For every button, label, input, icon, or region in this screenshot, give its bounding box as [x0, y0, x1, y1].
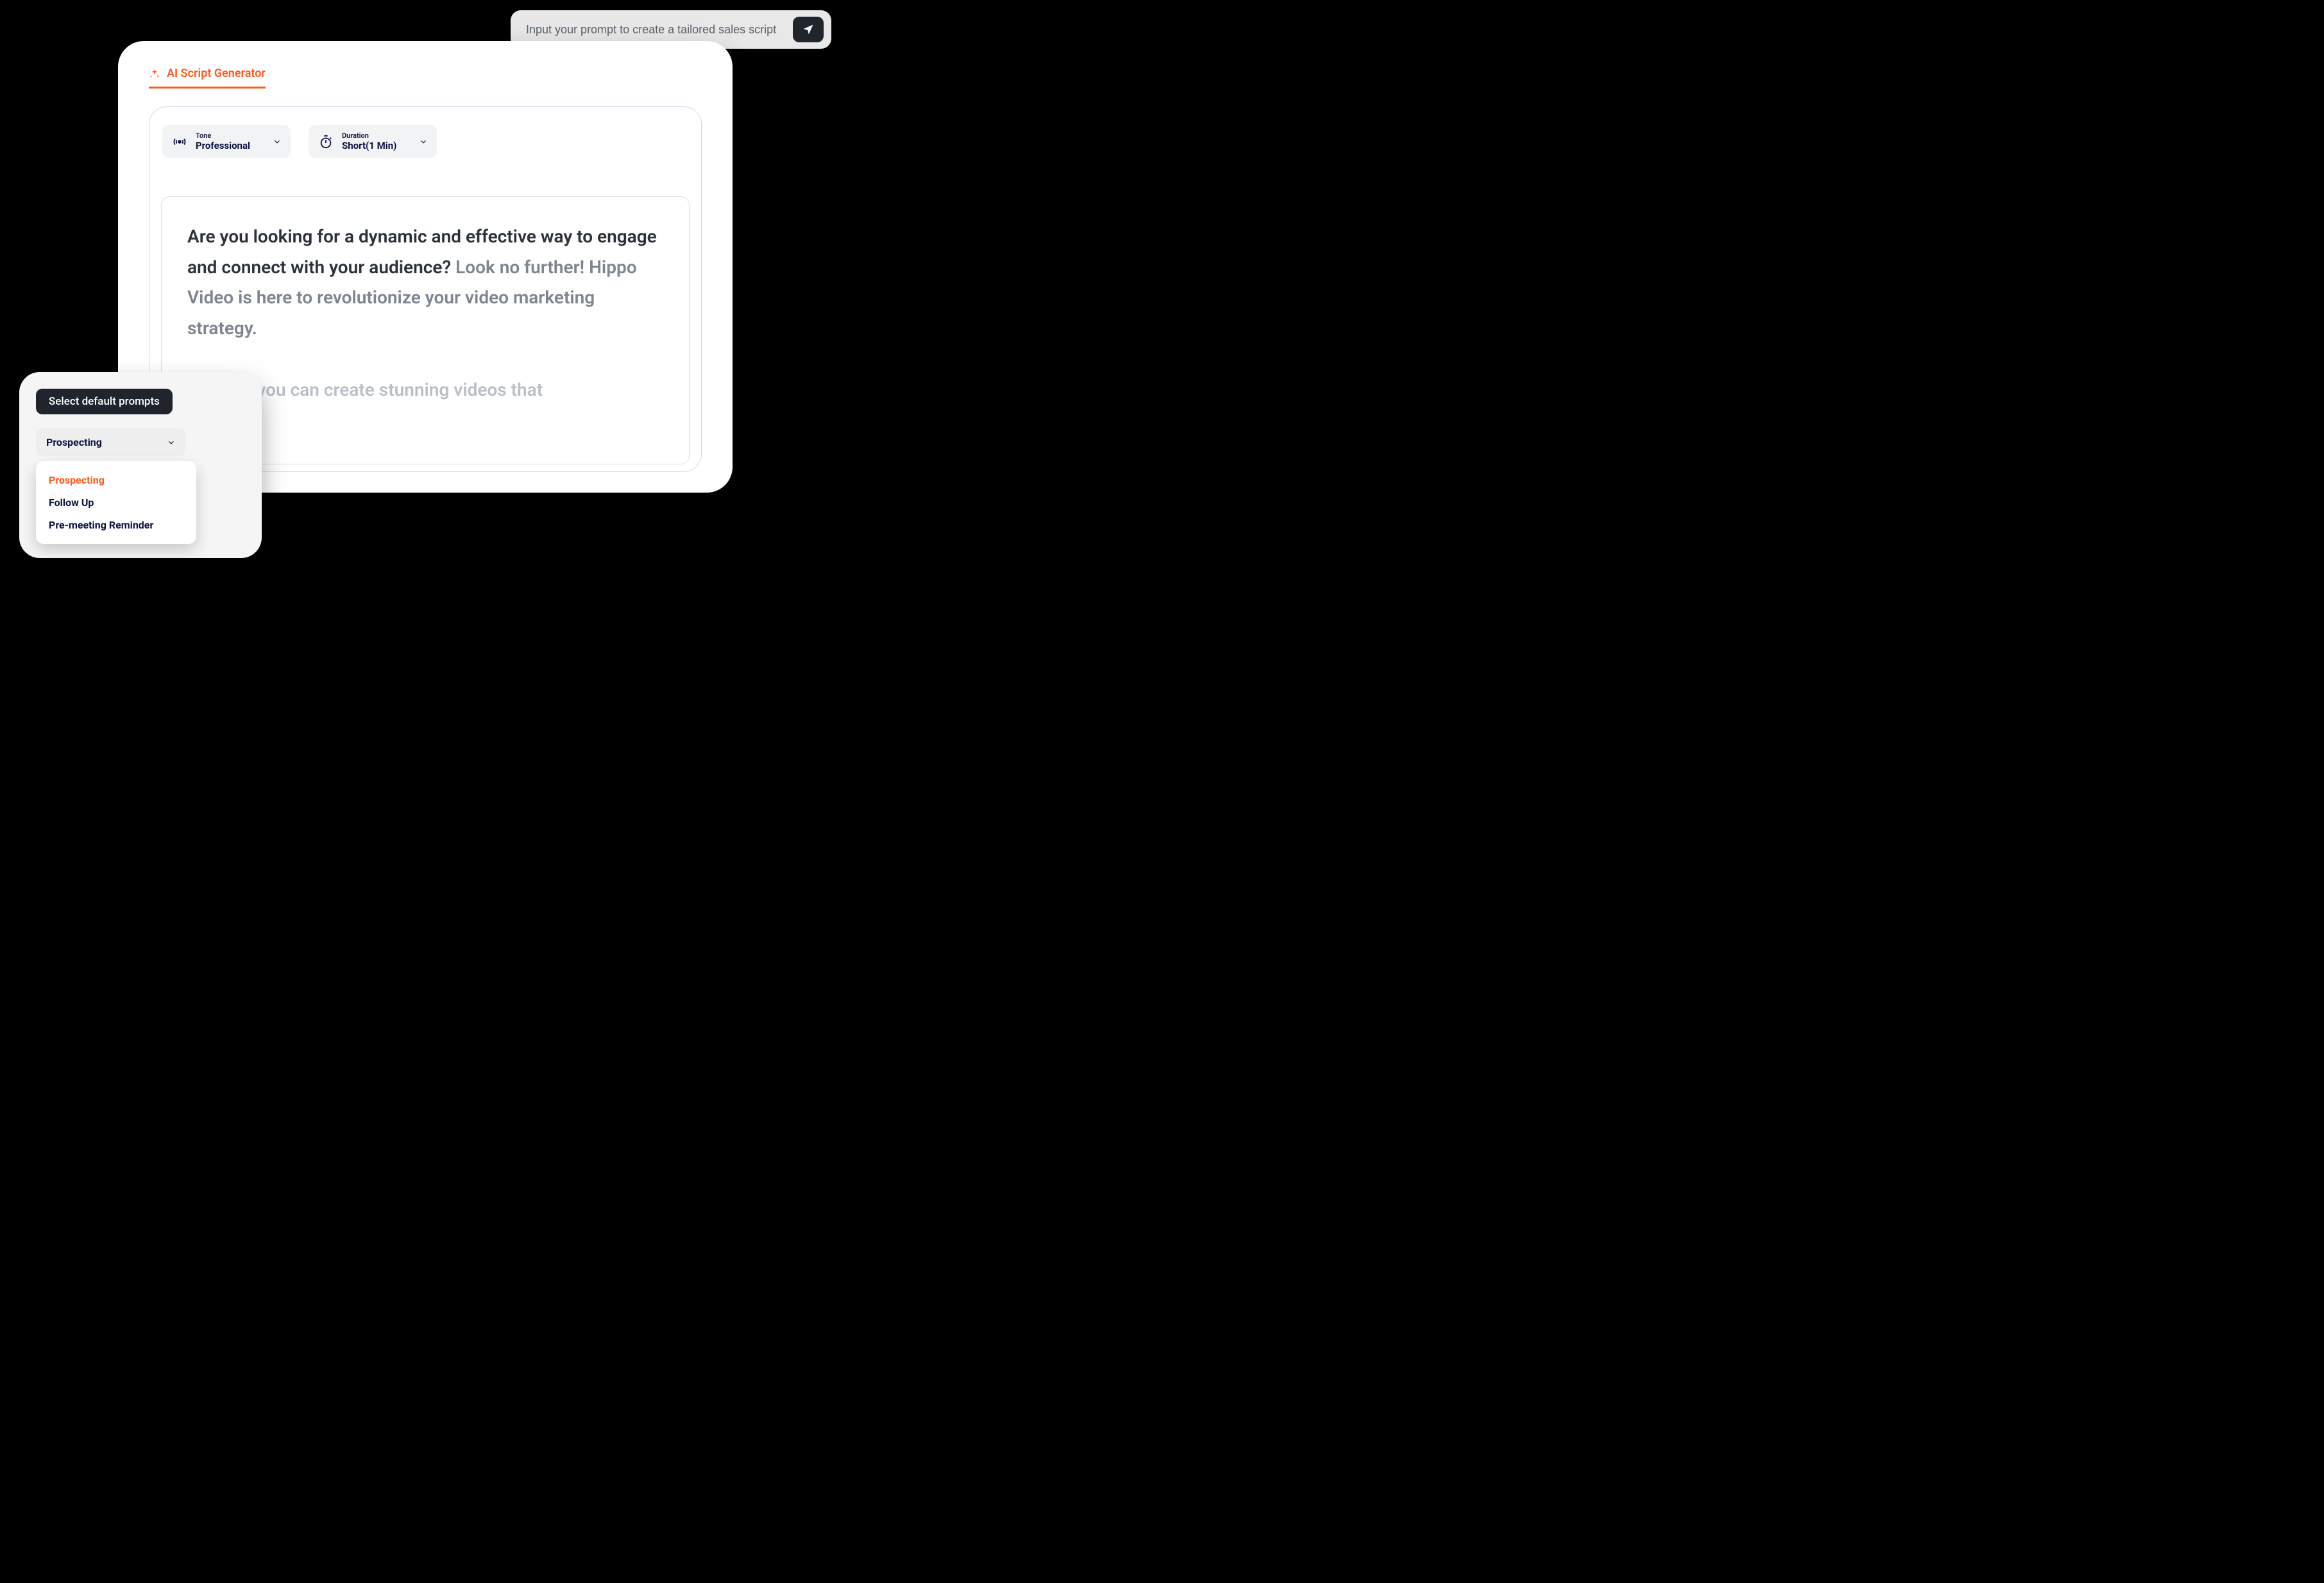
defaults-select[interactable]: Prospecting	[36, 428, 186, 456]
defaults-dropdown-list: Prospecting Follow Up Pre-meeting Remind…	[36, 461, 196, 544]
chevron-down-icon	[273, 137, 282, 146]
tone-label: Tone	[196, 131, 250, 140]
send-button[interactable]	[793, 17, 824, 42]
defaults-option-prospecting[interactable]: Prospecting	[36, 469, 196, 491]
selectors-row: Tone Professional Duration Short(1 Min)	[162, 125, 690, 158]
defaults-selected-value: Prospecting	[46, 436, 102, 448]
duration-value: Short(1 Min)	[342, 140, 396, 151]
tone-text: Tone Professional	[196, 131, 250, 151]
sparkle-icon	[149, 68, 160, 80]
tab-row: AI Script Generator	[149, 67, 702, 89]
tab-ai-script-generator[interactable]: AI Script Generator	[149, 67, 266, 89]
tone-value: Professional	[196, 140, 250, 151]
defaults-option-pre-meeting-reminder[interactable]: Pre-meeting Reminder	[36, 514, 196, 536]
tone-selector[interactable]: Tone Professional	[162, 125, 291, 158]
script-paragraph-1: Are you looking for a dynamic and effect…	[187, 221, 663, 343]
duration-text: Duration Short(1 Min)	[342, 131, 396, 151]
defaults-panel: Select default prompts Prospecting Prosp…	[19, 372, 262, 558]
duration-label: Duration	[342, 131, 396, 140]
tab-label: AI Script Generator	[167, 67, 266, 80]
chevron-down-icon	[419, 137, 428, 146]
duration-selector[interactable]: Duration Short(1 Min)	[309, 125, 437, 158]
defaults-option-follow-up[interactable]: Follow Up	[36, 491, 196, 514]
prompt-input[interactable]	[526, 23, 784, 37]
chevron-down-icon	[167, 438, 176, 447]
broadcast-icon	[173, 135, 187, 149]
send-icon	[802, 23, 815, 36]
defaults-title-chip: Select default prompts	[36, 389, 173, 414]
stopwatch-icon	[319, 135, 333, 149]
